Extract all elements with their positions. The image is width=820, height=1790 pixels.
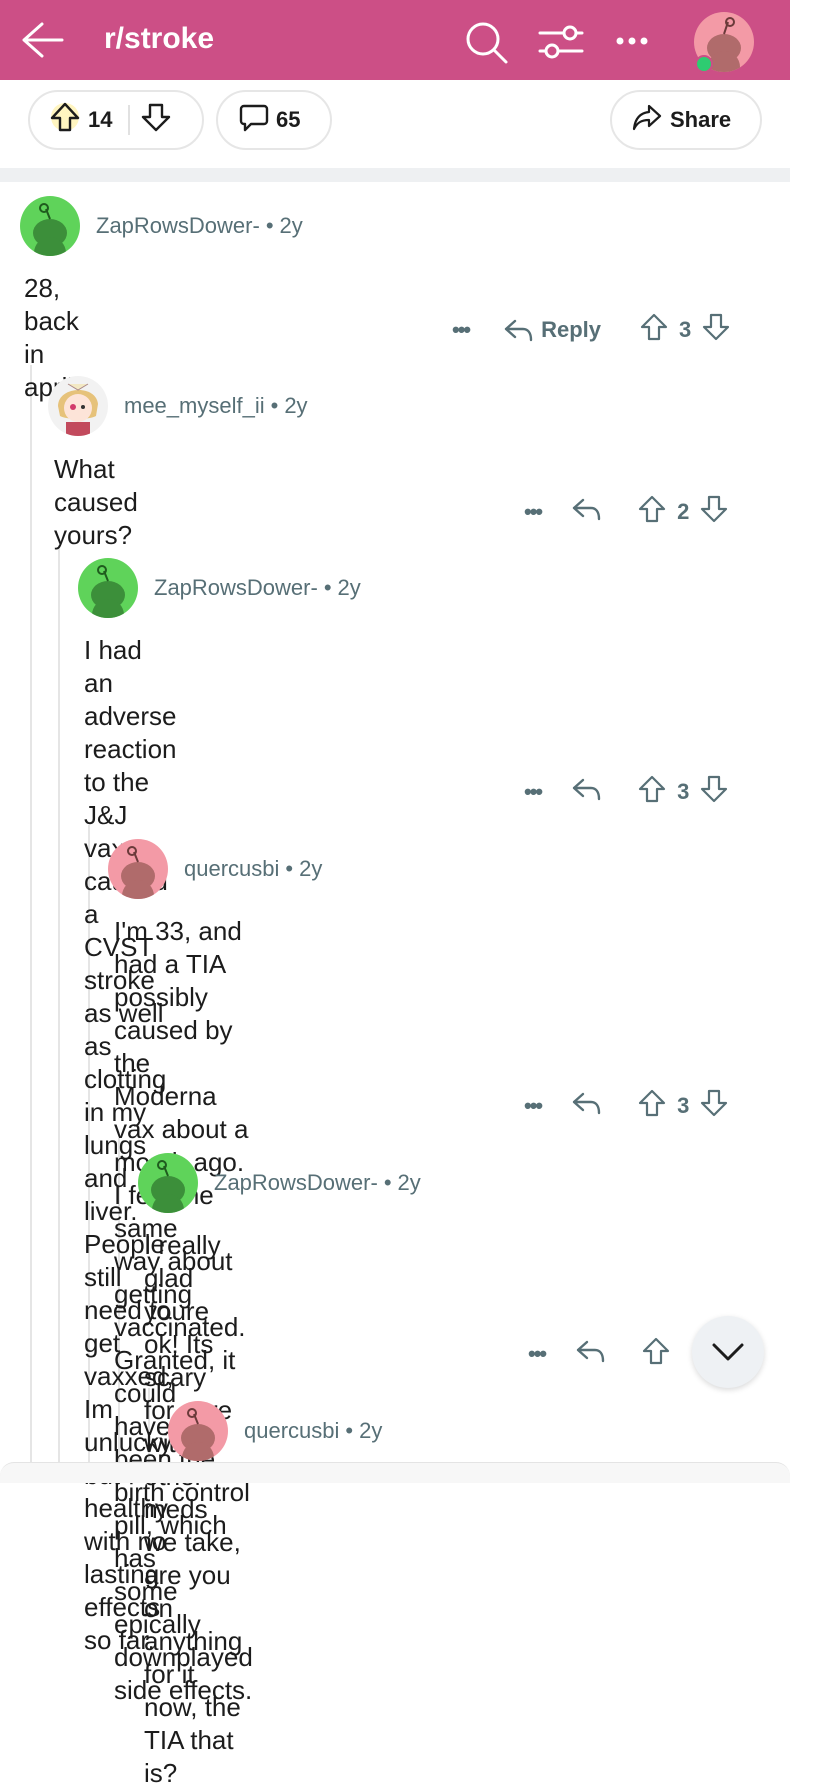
reply-button[interactable]: Reply xyxy=(503,316,601,344)
score: 3 xyxy=(677,779,690,804)
vote-pill: 14 xyxy=(28,90,204,150)
comment-body: What caused yours? xyxy=(54,454,138,550)
more-options-icon[interactable]: ••• xyxy=(524,499,543,525)
comments-pill[interactable]: 65 xyxy=(216,90,332,150)
share-label: Share xyxy=(670,107,732,132)
meta-separator: • xyxy=(323,575,332,600)
avatar[interactable] xyxy=(78,558,138,618)
avatar[interactable] xyxy=(20,196,80,256)
comment-author[interactable]: quercusbi xyxy=(184,856,279,882)
comment-header: ZapRowsDower- • 2y xyxy=(78,558,361,618)
reply-label: Reply xyxy=(541,317,602,342)
comment-actions: ••• xyxy=(528,1336,671,1372)
comment-age: 2y xyxy=(284,393,308,418)
comment-header: ZapRowsDower- • 2y xyxy=(20,196,303,256)
upvote-icon[interactable] xyxy=(637,774,667,810)
filter-icon[interactable] xyxy=(536,18,586,71)
comment-line: now, the TIA that is? xyxy=(144,1692,241,1788)
comment-author[interactable]: ZapRowsDower- xyxy=(214,1170,378,1196)
comment-age: 2y xyxy=(279,213,303,238)
comment-header: mee_myself_ii • 2y xyxy=(48,376,308,436)
comment-actions: ••• 3 xyxy=(524,1088,729,1124)
upvote-icon[interactable] xyxy=(639,312,669,348)
share-icon xyxy=(632,103,662,137)
search-icon[interactable] xyxy=(462,18,510,71)
upvote-icon[interactable] xyxy=(641,1336,671,1372)
downvote-icon[interactable] xyxy=(699,774,729,810)
comment-age: 2y xyxy=(359,1418,383,1443)
post-action-bar: 14 65 Share xyxy=(0,80,790,170)
downvote-icon[interactable] xyxy=(699,494,729,530)
reply-icon xyxy=(504,319,533,342)
meta-separator: • xyxy=(345,1418,354,1443)
more-options-icon[interactable]: ••• xyxy=(528,1341,547,1367)
upvote-icon[interactable] xyxy=(48,100,82,140)
more-options-icon[interactable]: ••• xyxy=(524,1093,543,1119)
more-options-icon[interactable]: ••• xyxy=(452,317,471,343)
vote-separator xyxy=(128,105,131,135)
downvote-icon[interactable] xyxy=(140,101,172,139)
avatar[interactable] xyxy=(138,1153,198,1213)
avatar[interactable] xyxy=(108,839,168,899)
bottom-sheet-edge xyxy=(0,1462,790,1483)
online-status-dot xyxy=(695,55,713,73)
comment-actions: ••• Reply 3 xyxy=(452,312,731,348)
avatar[interactable] xyxy=(48,376,108,436)
upvote-icon[interactable] xyxy=(637,1088,667,1124)
meta-separator: • xyxy=(285,856,294,881)
upvote-icon[interactable] xyxy=(637,494,667,530)
comment-author[interactable]: ZapRowsDower- xyxy=(154,575,318,601)
comment-count: 65 xyxy=(276,107,301,132)
comment-body: I really glad youre ok! Its scary for su… xyxy=(144,1229,242,1790)
reply-icon[interactable] xyxy=(571,495,603,529)
chevron-down-icon xyxy=(712,1343,744,1361)
comment-header: quercusbi • 2y xyxy=(168,1401,382,1461)
comment-age: 2y xyxy=(337,575,361,600)
section-divider xyxy=(0,168,790,182)
more-options-icon[interactable]: ••• xyxy=(524,779,543,805)
reply-icon[interactable] xyxy=(571,1089,603,1123)
comment-line: other meds we take, are you on anything … xyxy=(144,1461,243,1689)
score: 2 xyxy=(677,499,690,524)
thread-line xyxy=(30,365,32,1465)
downvote-icon[interactable] xyxy=(701,312,731,348)
meta-separator: • xyxy=(383,1170,392,1195)
score: 3 xyxy=(679,317,692,342)
scroll-down-button[interactable] xyxy=(692,1316,764,1388)
comment-icon xyxy=(238,101,270,139)
comment-header: ZapRowsDower- • 2y xyxy=(138,1153,421,1213)
comment-age: 2y xyxy=(397,1170,421,1195)
meta-separator: • xyxy=(265,213,274,238)
subreddit-title[interactable]: r/stroke xyxy=(104,22,214,56)
comment-author[interactable]: ZapRowsDower- xyxy=(96,213,260,239)
thread-line xyxy=(58,545,60,1465)
comment-author[interactable]: mee_myself_ii xyxy=(124,393,265,419)
avatar[interactable] xyxy=(168,1401,228,1461)
top-bar: r/stroke xyxy=(0,0,790,80)
comment-actions: ••• 3 xyxy=(524,774,729,810)
back-arrow-icon[interactable] xyxy=(20,20,64,60)
downvote-icon[interactable] xyxy=(699,1088,729,1124)
reply-icon[interactable] xyxy=(571,775,603,809)
upvote-count: 14 xyxy=(88,107,113,132)
comment-author[interactable]: quercusbi xyxy=(244,1418,339,1444)
comment-actions: ••• 2 xyxy=(524,494,729,530)
more-icon[interactable] xyxy=(612,26,652,61)
score: 3 xyxy=(677,1093,690,1118)
comment-age: 2y xyxy=(299,856,323,881)
meta-separator: • xyxy=(270,393,279,418)
reply-icon[interactable] xyxy=(575,1337,607,1371)
share-button[interactable]: Share xyxy=(610,90,762,150)
comment-line: I'm 33, and had a TIA possibly caused by… xyxy=(114,916,242,1078)
comment-header: quercusbi • 2y xyxy=(108,839,322,899)
